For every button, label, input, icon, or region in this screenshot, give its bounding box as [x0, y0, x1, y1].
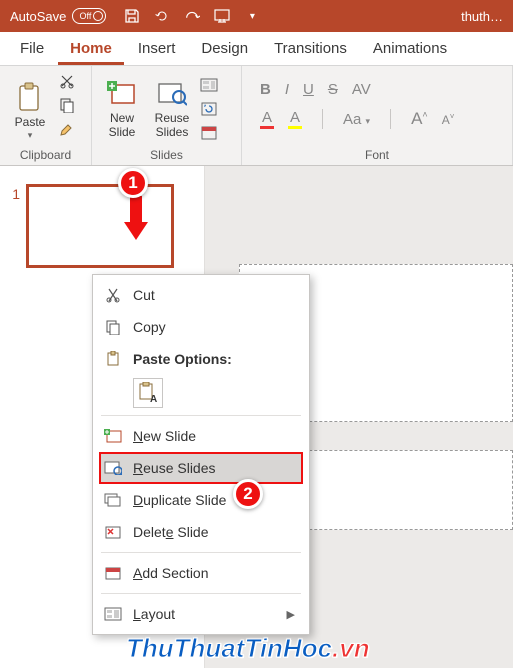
- cut-icon: [103, 285, 123, 305]
- paste-label: Paste: [15, 116, 46, 130]
- reuse-slides-icon: [156, 78, 188, 110]
- reset-icon[interactable]: [198, 98, 220, 120]
- group-font: B I U S AV A A Aa ▾ A˄ A˅ Font: [242, 66, 513, 165]
- toggle-knob: [93, 11, 103, 21]
- font-group-label: Font: [248, 146, 506, 162]
- tab-insert[interactable]: Insert: [126, 34, 188, 65]
- section-icon: [103, 563, 123, 583]
- context-menu: Cut Copy Paste Options: A New Slide Reus…: [92, 274, 310, 635]
- paste-options-label: Paste Options:: [133, 351, 295, 367]
- autosave-toggle[interactable]: AutoSave Off: [10, 8, 106, 24]
- paste-keep-formatting[interactable]: A: [133, 378, 163, 408]
- ribbon-tabs: File Home Insert Design Transitions Anim…: [0, 32, 513, 66]
- italic-button[interactable]: I: [285, 81, 289, 98]
- toggle-switch[interactable]: Off: [72, 8, 106, 24]
- watermark-tld: .vn: [332, 633, 370, 663]
- menu-copy-label: Copy: [133, 319, 295, 335]
- callout-1: 1: [118, 168, 148, 198]
- layout-icon: [103, 604, 123, 624]
- undo-icon[interactable]: [154, 8, 170, 24]
- divider: [390, 109, 391, 129]
- change-case-button[interactable]: Aa ▾: [343, 111, 370, 128]
- clipboard-group-label: Clipboard: [6, 146, 85, 162]
- menu-add-section-label: Add Section: [133, 565, 295, 581]
- group-slides: New Slide Reuse Slides Slides: [92, 66, 242, 165]
- copy-icon[interactable]: [56, 94, 78, 116]
- menu-copy[interactable]: Copy: [93, 311, 309, 343]
- menu-reuse-slides[interactable]: Reuse Slides: [99, 452, 303, 484]
- slide-thumb-1[interactable]: 1: [8, 184, 196, 268]
- new-slide-icon: [106, 78, 138, 110]
- autosave-state: Off: [80, 12, 92, 21]
- autosave-label: AutoSave: [10, 9, 66, 24]
- reuse-slides-label: Reuse Slides: [155, 112, 190, 140]
- cut-icon[interactable]: [56, 70, 78, 92]
- chevron-right-icon: ▶: [287, 608, 295, 621]
- paste-icon: [103, 349, 123, 369]
- tab-home[interactable]: Home: [58, 34, 124, 65]
- bold-button[interactable]: B: [260, 81, 271, 98]
- menu-cut[interactable]: Cut: [93, 279, 309, 311]
- menu-delete-slide[interactable]: Delete Slide: [93, 516, 309, 548]
- menu-add-section[interactable]: Add Section: [93, 557, 309, 589]
- menu-separator: [101, 552, 301, 553]
- reuse-slides-icon: [103, 458, 123, 478]
- tab-transitions[interactable]: Transitions: [262, 34, 359, 65]
- menu-delete-label: Delete Slide: [133, 524, 295, 540]
- watermark-main: ThuThuatTinHoc: [126, 633, 332, 663]
- new-slide-icon: [103, 426, 123, 446]
- watermark: ThuThuatTinHoc.vn: [126, 633, 370, 664]
- menu-reuse-slides-label: Reuse Slides: [133, 460, 295, 476]
- new-slide-button[interactable]: New Slide: [98, 70, 146, 142]
- menu-cut-label: Cut: [133, 287, 295, 303]
- format-painter-icon[interactable]: [56, 118, 78, 140]
- highlight-button[interactable]: A: [288, 109, 302, 129]
- section-icon[interactable]: [198, 122, 220, 144]
- divider: [322, 109, 323, 129]
- menu-separator: [101, 415, 301, 416]
- clipboard-icon: [14, 82, 46, 114]
- ribbon: Paste ▾ Clipboard: [0, 66, 513, 166]
- paste-option-row: A: [93, 375, 309, 411]
- slide-thumbnail[interactable]: [26, 184, 174, 268]
- delete-icon: [103, 522, 123, 542]
- reuse-slides-button[interactable]: Reuse Slides: [148, 70, 196, 142]
- layout-icon[interactable]: [198, 74, 220, 96]
- menu-new-slide[interactable]: New Slide: [93, 420, 309, 452]
- duplicate-icon: [103, 490, 123, 510]
- tab-animations[interactable]: Animations: [361, 34, 459, 65]
- paste-button[interactable]: Paste ▾: [6, 70, 54, 142]
- qat-more-icon[interactable]: ▾: [244, 8, 260, 24]
- copy-icon: [103, 317, 123, 337]
- text-shadow-button[interactable]: AV: [352, 81, 371, 98]
- underline-button[interactable]: U: [303, 81, 314, 98]
- callout-2: 2: [233, 479, 263, 509]
- font-color-button[interactable]: A: [260, 109, 274, 129]
- svg-text:A: A: [150, 394, 157, 404]
- grow-font-button[interactable]: A˄: [411, 109, 428, 129]
- new-slide-label: New Slide: [109, 112, 136, 140]
- slide-index: 1: [8, 184, 20, 202]
- shrink-font-button[interactable]: A˅: [442, 112, 455, 127]
- quick-access-toolbar: ▾: [124, 8, 260, 24]
- chevron-down-icon: ▾: [28, 130, 33, 140]
- group-clipboard: Paste ▾ Clipboard: [0, 66, 92, 165]
- menu-duplicate-label: Duplicate Slide: [133, 492, 295, 508]
- title-bar: AutoSave Off ▾ thuth…: [0, 0, 513, 32]
- menu-paste-options-header: Paste Options:: [93, 343, 309, 375]
- tab-file[interactable]: File: [8, 34, 56, 65]
- menu-layout-label: Layout: [133, 606, 277, 622]
- menu-layout[interactable]: Layout ▶: [93, 598, 309, 630]
- menu-separator: [101, 593, 301, 594]
- save-icon[interactable]: [124, 8, 140, 24]
- strike-button[interactable]: S: [328, 81, 338, 98]
- document-name: thuth…: [461, 9, 503, 24]
- redo-icon[interactable]: [184, 8, 200, 24]
- slideshow-icon[interactable]: [214, 8, 230, 24]
- slides-group-label: Slides: [98, 146, 235, 162]
- arrow-down-icon: [122, 196, 150, 242]
- menu-new-slide-label: New Slide: [133, 428, 295, 444]
- menu-duplicate-slide[interactable]: Duplicate Slide: [93, 484, 309, 516]
- tab-design[interactable]: Design: [189, 34, 260, 65]
